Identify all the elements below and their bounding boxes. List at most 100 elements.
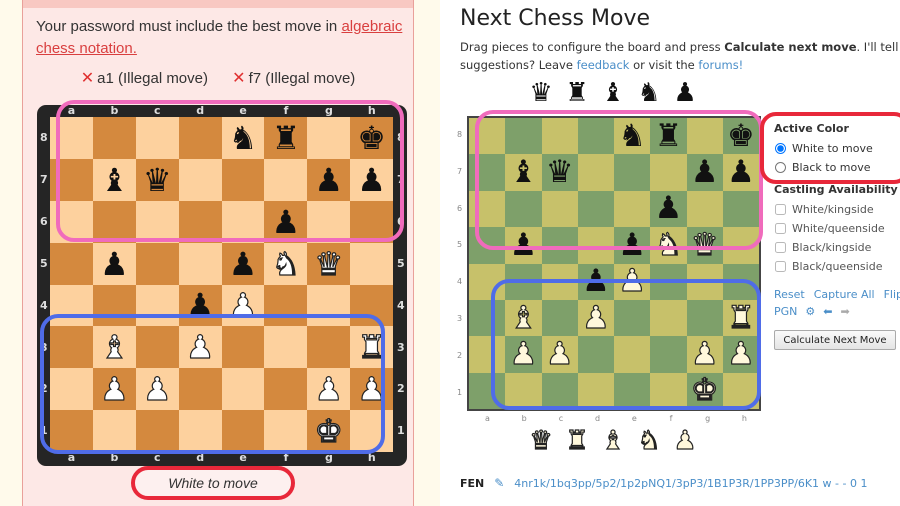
square-h5[interactable] bbox=[350, 242, 393, 285]
square-h5[interactable] bbox=[722, 227, 759, 264]
white-pawn-icon[interactable]: ♟ bbox=[142, 373, 172, 406]
square-c6[interactable] bbox=[541, 190, 578, 228]
square-f6[interactable]: ♟ bbox=[264, 200, 308, 243]
square-f1[interactable] bbox=[650, 372, 687, 409]
white-knight-icon[interactable]: ♞ bbox=[654, 229, 683, 261]
black-pawn-icon[interactable]: ♟ bbox=[618, 229, 646, 261]
square-b8[interactable] bbox=[92, 117, 136, 159]
square-g3[interactable] bbox=[307, 326, 351, 369]
white-to-move-radio[interactable] bbox=[775, 143, 786, 154]
back-arrow-icon[interactable]: ⬅ bbox=[823, 305, 832, 318]
fen-string[interactable]: 4nr1k/1bq3pp/5p2/1p2pNQ1/3pP3/1B1P3R/1PP… bbox=[514, 477, 867, 490]
square-h1[interactable] bbox=[350, 410, 393, 452]
square-f8[interactable]: ♜ bbox=[650, 118, 687, 155]
square-g5[interactable]: ♛ bbox=[686, 227, 723, 264]
square-c4[interactable] bbox=[135, 284, 179, 327]
white-king-icon[interactable]: ♚ bbox=[690, 374, 719, 406]
square-h6[interactable] bbox=[350, 200, 393, 243]
square-e7[interactable] bbox=[614, 154, 651, 191]
white-bishop-icon[interactable]: ♝ bbox=[99, 331, 129, 364]
black-pawn-icon[interactable]: ♟ bbox=[691, 157, 719, 188]
castle-checkbox[interactable] bbox=[775, 242, 786, 253]
square-h7[interactable]: ♟ bbox=[350, 158, 393, 201]
edit-icon[interactable]: ✎ bbox=[494, 476, 504, 490]
white-knight-icon[interactable]: ♞ bbox=[271, 247, 301, 280]
square-c2[interactable]: ♟ bbox=[541, 336, 578, 373]
square-b1[interactable] bbox=[92, 410, 136, 452]
square-e3[interactable] bbox=[221, 326, 265, 369]
white-rook-icon[interactable]: ♜ bbox=[564, 427, 590, 454]
square-f7[interactable] bbox=[650, 154, 687, 191]
square-e4[interactable]: ♟ bbox=[221, 284, 265, 327]
square-c5[interactable] bbox=[541, 227, 578, 264]
square-g7[interactable]: ♟ bbox=[686, 154, 723, 191]
white-rook-icon[interactable]: ♜ bbox=[357, 331, 387, 364]
square-b4[interactable] bbox=[92, 284, 136, 327]
reset-link[interactable]: Reset bbox=[774, 288, 805, 301]
square-d2[interactable] bbox=[577, 336, 614, 373]
black-rook-icon[interactable]: ♜ bbox=[654, 120, 682, 152]
square-d3[interactable]: ♟ bbox=[577, 299, 614, 337]
castle-white-queenside[interactable]: White/queenside bbox=[774, 219, 900, 238]
black-pawn-icon[interactable]: ♟ bbox=[271, 206, 300, 238]
square-h4[interactable] bbox=[722, 263, 759, 300]
forums-link[interactable]: forums! bbox=[698, 58, 743, 72]
black-knight-icon[interactable]: ♞ bbox=[229, 122, 258, 154]
square-b3[interactable]: ♝ bbox=[92, 326, 136, 369]
square-b4[interactable] bbox=[505, 263, 542, 300]
square-d6[interactable] bbox=[577, 190, 614, 228]
black-pawn-icon[interactable]: ♟ bbox=[654, 193, 682, 224]
square-h8[interactable]: ♚ bbox=[722, 118, 759, 155]
square-h4[interactable] bbox=[350, 284, 393, 327]
square-g6[interactable] bbox=[686, 190, 723, 228]
square-e1[interactable] bbox=[221, 410, 265, 452]
square-b7[interactable]: ♝ bbox=[92, 158, 136, 201]
black-knight-icon[interactable]: ♞ bbox=[636, 80, 662, 106]
square-e2[interactable] bbox=[614, 336, 651, 373]
pgn-link[interactable]: PGN bbox=[774, 305, 797, 318]
square-c1[interactable] bbox=[541, 372, 578, 409]
square-d7[interactable] bbox=[577, 154, 614, 191]
square-g3[interactable] bbox=[686, 299, 723, 337]
square-a8[interactable] bbox=[469, 118, 506, 155]
square-d1[interactable] bbox=[178, 410, 222, 452]
square-b2[interactable]: ♟ bbox=[505, 336, 542, 373]
radio-black-to-move[interactable]: Black to move bbox=[774, 158, 900, 177]
black-knight-icon[interactable]: ♞ bbox=[618, 120, 646, 152]
square-a8[interactable] bbox=[50, 117, 93, 159]
white-pawn-icon[interactable]: ♟ bbox=[726, 338, 755, 370]
castle-checkbox[interactable] bbox=[775, 223, 786, 234]
square-a3[interactable] bbox=[50, 326, 93, 369]
settings-gear-icon[interactable]: ⚙ bbox=[805, 305, 815, 318]
black-pawn-icon[interactable]: ♟ bbox=[509, 229, 537, 261]
square-g4[interactable] bbox=[686, 263, 723, 300]
square-f4[interactable] bbox=[264, 284, 308, 327]
black-pawn-icon[interactable]: ♟ bbox=[582, 266, 610, 297]
square-h2[interactable]: ♟ bbox=[350, 368, 393, 411]
white-queen-icon[interactable]: ♛ bbox=[528, 427, 554, 454]
square-a2[interactable] bbox=[50, 368, 93, 411]
square-f4[interactable] bbox=[650, 263, 687, 300]
square-b6[interactable] bbox=[505, 190, 542, 228]
square-c3[interactable] bbox=[135, 326, 179, 369]
white-king-icon[interactable]: ♚ bbox=[314, 414, 344, 447]
square-d5[interactable] bbox=[577, 227, 614, 264]
square-f5[interactable]: ♞ bbox=[650, 227, 687, 264]
square-e8[interactable]: ♞ bbox=[221, 117, 265, 159]
calculate-next-move-button[interactable]: Calculate Next Move bbox=[774, 330, 896, 350]
black-queen-icon[interactable]: ♛ bbox=[528, 80, 554, 106]
square-f3[interactable] bbox=[264, 326, 308, 369]
black-pawn-icon[interactable]: ♟ bbox=[314, 164, 343, 196]
square-c7[interactable]: ♛ bbox=[541, 154, 578, 191]
square-d1[interactable] bbox=[577, 372, 614, 409]
square-d8[interactable] bbox=[178, 117, 222, 159]
white-bishop-icon[interactable]: ♝ bbox=[600, 427, 626, 454]
square-e6[interactable] bbox=[221, 200, 265, 243]
black-pawn-icon[interactable]: ♟ bbox=[357, 164, 386, 196]
square-d7[interactable] bbox=[178, 158, 222, 201]
forward-arrow-icon[interactable]: ➡ bbox=[840, 305, 849, 318]
white-pawn-icon[interactable]: ♟ bbox=[690, 338, 719, 370]
square-a1[interactable] bbox=[469, 372, 506, 409]
square-g8[interactable] bbox=[686, 118, 723, 155]
square-b6[interactable] bbox=[92, 200, 136, 243]
